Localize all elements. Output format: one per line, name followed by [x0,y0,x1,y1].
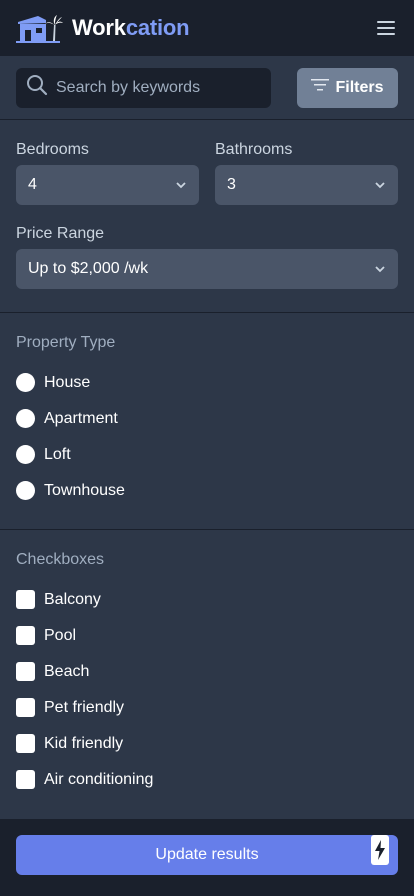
radio-option-loft[interactable]: Loft [16,445,71,464]
footer-bar: Update results [0,819,414,896]
lightning-bolt-icon[interactable] [371,835,389,865]
checkbox-option-air-conditioning[interactable]: Air conditioning [16,770,153,789]
brand-name-part2: cation [125,15,190,40]
checkbox-label: Air conditioning [44,770,154,788]
chevron-down-icon [374,176,386,194]
radio-label: House [44,373,91,391]
radio-label: Loft [44,445,71,463]
checkbox[interactable] [16,698,35,717]
checkbox-option-pool[interactable]: Pool [16,626,76,645]
chevron-down-icon [175,176,187,194]
update-results-label: Update results [155,846,259,863]
search-input[interactable] [56,78,256,97]
price-range-select[interactable]: Up to $2,000 /wk [16,249,398,289]
checkbox-label: Beach [44,662,90,680]
checkbox-label: Pool [44,626,77,644]
radio-button[interactable] [16,409,35,428]
radio-option-house[interactable]: House [16,373,90,392]
checkbox[interactable] [16,734,35,753]
filters-label: Filters [335,78,384,96]
checkbox-label: Kid friendly [44,734,124,752]
brand-name-part1: Work [72,15,126,40]
checkbox-option-pet-friendly[interactable]: Pet friendly [16,698,124,717]
radio-button[interactable] [16,445,35,464]
search-icon [26,74,48,101]
checkbox[interactable] [16,590,35,609]
price-range-label: Price Range [16,225,105,242]
checkbox[interactable] [16,626,35,645]
bedrooms-label: Bedrooms [16,141,89,158]
filter-lines-icon [311,78,330,97]
search-box[interactable] [16,67,271,108]
radio-label: Townhouse [44,481,125,499]
search-bar: Filters [0,56,414,120]
property-type-section: Property Type House Apartment Loft Townh… [0,314,414,530]
brand-name: Workcation [72,15,190,41]
checkboxes-title: Checkboxes [16,551,105,568]
radio-option-townhouse[interactable]: Townhouse [16,481,125,500]
update-results-button[interactable]: Update results [16,835,398,875]
price-range-value: Up to $2,000 /wk [28,260,149,277]
checkbox[interactable] [16,662,35,681]
amenities-section: Checkboxes Balcony Pool Beach Pet friend… [0,531,414,819]
checkbox-option-kid-friendly[interactable]: Kid friendly [16,734,123,753]
radio-option-apartment[interactable]: Apartment [16,409,118,428]
beach-house-icon [16,12,63,44]
bedrooms-value: 4 [28,176,37,193]
checkbox-label: Balcony [44,590,101,608]
filters-button[interactable]: Filters [297,67,398,108]
bathrooms-select[interactable]: 3 [215,165,398,205]
bathrooms-value: 3 [227,176,236,193]
checkbox-option-balcony[interactable]: Balcony [16,590,101,609]
chevron-down-icon [374,260,386,278]
radio-label: Apartment [44,409,118,427]
property-type-title: Property Type [16,334,116,351]
bathrooms-label: Bathrooms [215,141,293,158]
radio-button[interactable] [16,481,35,500]
radio-button[interactable] [16,373,35,392]
hamburger-menu-icon[interactable] [374,16,398,40]
checkbox-label: Pet friendly [44,698,125,716]
app-header: Workcation [0,0,414,56]
basic-filters-section: Bedrooms 4 Bathrooms 3 Price Range Up to… [0,121,414,313]
checkbox[interactable] [16,770,35,789]
brand-logo[interactable]: Workcation [16,12,190,44]
bedrooms-select[interactable]: 4 [16,165,199,205]
checkbox-option-beach[interactable]: Beach [16,662,89,681]
